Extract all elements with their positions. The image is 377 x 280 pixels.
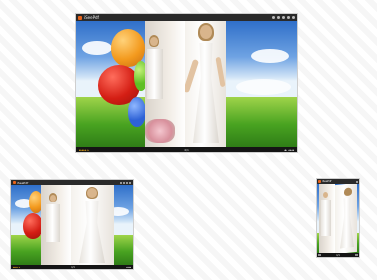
bride-head <box>150 37 158 46</box>
book-page-left <box>319 184 335 253</box>
prev-page-button[interactable] <box>318 254 321 256</box>
phone-preview-window: iSeePdf 4/1 <box>316 178 360 258</box>
page-indicator: 4/1 <box>71 265 76 269</box>
cloud <box>251 49 289 63</box>
bride-arm <box>185 58 200 94</box>
fullscreen-icon[interactable] <box>287 16 290 19</box>
bride-dress <box>321 200 331 236</box>
tablet-statusbar: ▸▸▸▸ ▸ 4/1 ◂◂◂◂ <box>11 265 133 269</box>
status-left-controls[interactable]: ▸▸▸▸ ▸ <box>13 266 20 269</box>
app-name: iSeePdf <box>17 180 29 185</box>
page-indicator: 4/1 <box>335 253 341 257</box>
tablet-preview-window: iSeePdf ▸▸▸▸ ▸ 4/1 ◂◂◂◂ <box>10 179 134 270</box>
thumbnails-icon[interactable] <box>126 181 128 184</box>
desktop-stage <box>76 21 297 147</box>
bride-hair <box>344 187 352 197</box>
next-page-button[interactable] <box>355 254 358 256</box>
status-right-controls[interactable]: ◂◂◂◂ <box>126 266 131 269</box>
logo-icon <box>318 180 321 183</box>
page-indicator: 4/1 <box>184 147 189 152</box>
logo-icon <box>13 181 16 184</box>
bride-head <box>200 25 212 39</box>
balloon-blue <box>128 97 146 127</box>
tablet-stage <box>11 185 133 265</box>
book-page-left <box>41 185 71 265</box>
bride-head <box>87 188 97 198</box>
zoom-icon[interactable] <box>277 16 280 19</box>
toolbar-icons <box>270 16 295 19</box>
book-page-right <box>335 184 357 253</box>
balloon-red <box>23 213 43 239</box>
menu-icon[interactable] <box>356 180 358 183</box>
book-page-right <box>71 185 114 265</box>
desktop-titlebar: iSeePdf <box>76 14 297 21</box>
bride-dress <box>79 201 105 263</box>
app-name: iSeePdf <box>322 180 332 183</box>
book-page-left <box>145 21 185 147</box>
phone-stage <box>317 184 359 253</box>
toolbar-icons <box>356 180 358 183</box>
share-icon[interactable] <box>120 181 122 184</box>
bride-arm <box>215 56 226 88</box>
bride-head <box>50 195 56 202</box>
status-left-controls[interactable]: ▸▸▸▸▸ ▸ <box>79 148 89 152</box>
cloud <box>82 41 112 55</box>
flowers <box>145 119 175 143</box>
bride-head <box>323 192 328 198</box>
logo-icon <box>78 15 82 20</box>
book-page-right <box>185 21 226 147</box>
bride-dress <box>147 49 163 99</box>
phone-statusbar: 4/1 <box>317 253 359 257</box>
menu-icon[interactable] <box>129 181 131 184</box>
toolbar-icons <box>119 181 131 184</box>
cloud <box>236 79 291 95</box>
zoom-icon[interactable] <box>123 181 125 184</box>
status-right-controls[interactable]: ◂▸ ◂◂◂◂ <box>284 148 294 152</box>
app-name: iSeePdf <box>84 15 99 20</box>
bride-dress <box>340 197 354 248</box>
thumbnails-icon[interactable] <box>282 16 285 19</box>
bride-dress <box>46 204 60 242</box>
desktop-preview-window: iSeePdf ▸▸▸▸▸ ▸ 4/1 ◂▸ ◂◂◂◂ <box>75 13 298 153</box>
menu-icon[interactable] <box>292 16 295 19</box>
share-icon[interactable] <box>272 16 275 19</box>
desktop-statusbar: ▸▸▸▸▸ ▸ 4/1 ◂▸ ◂◂◂◂ <box>76 147 297 152</box>
